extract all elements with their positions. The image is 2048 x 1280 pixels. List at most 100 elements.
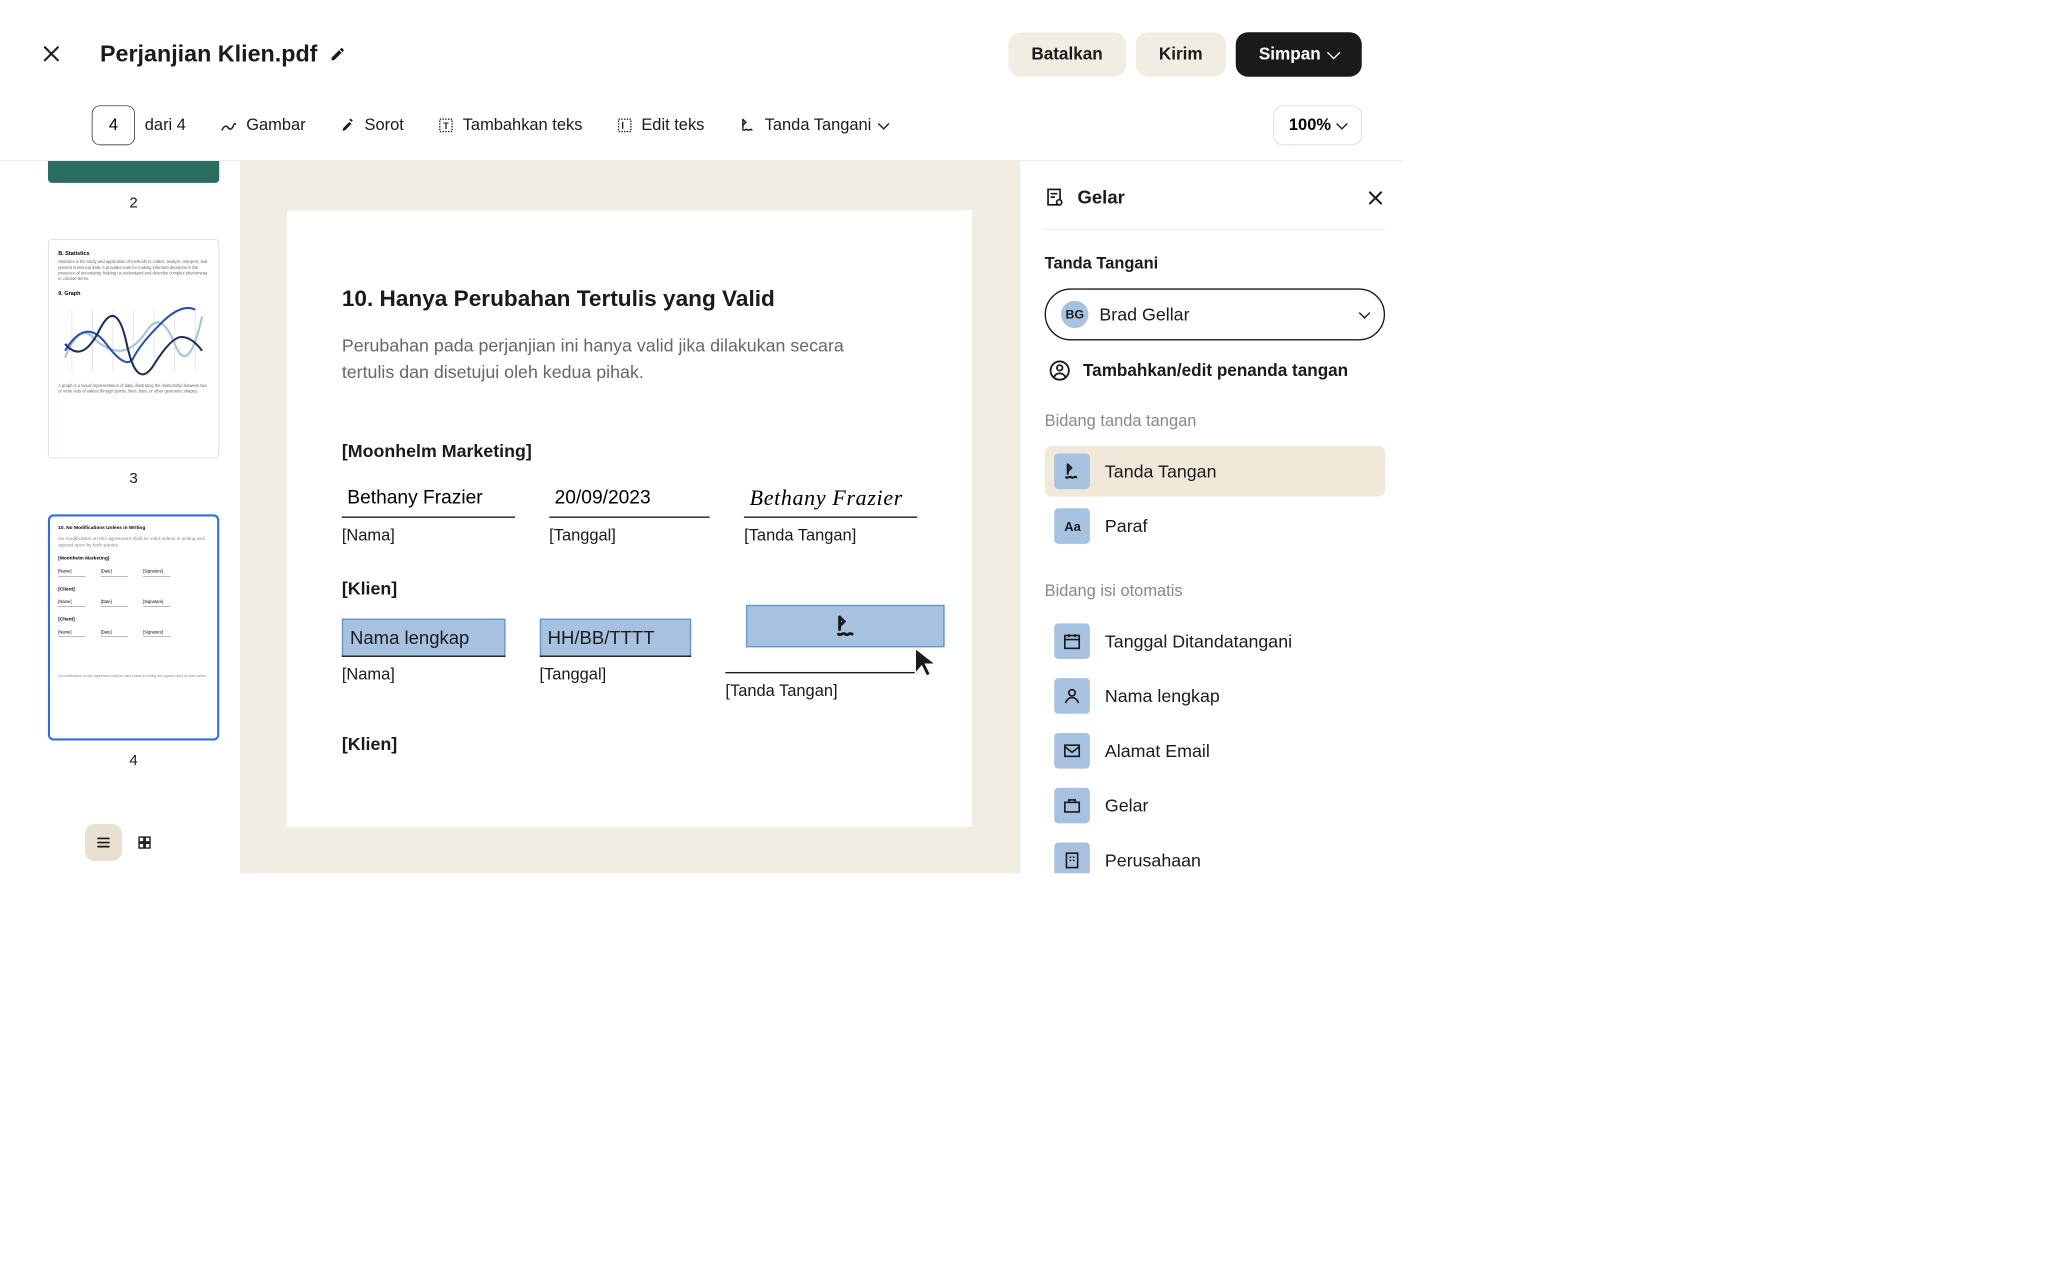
document-canvas[interactable]: 10. Hanya Perubahan Tertulis yang Valid … bbox=[240, 161, 1020, 873]
field-label: Gelar bbox=[1105, 795, 1149, 816]
close-icon[interactable] bbox=[41, 44, 62, 65]
edit-text-label: Edit teks bbox=[641, 116, 704, 135]
svg-text:T: T bbox=[444, 121, 450, 131]
name-label: [Nama] bbox=[342, 665, 505, 684]
save-button[interactable]: Simpan bbox=[1236, 32, 1362, 77]
field-label: Perusahaan bbox=[1105, 850, 1201, 871]
date-field-placeholder[interactable]: HH/BB/TTTT bbox=[539, 619, 691, 657]
calendar-icon bbox=[1054, 623, 1090, 659]
field-label: Tanggal Ditandatangani bbox=[1105, 631, 1292, 652]
field-company[interactable]: Perusahaan bbox=[1045, 835, 1385, 873]
draw-tool[interactable]: Gambar bbox=[220, 116, 305, 135]
app-header: Perjanjian Klien.pdf Batalkan Kirim Simp… bbox=[0, 0, 1403, 96]
page-current-input[interactable]: 4 bbox=[92, 105, 135, 145]
envelope-icon bbox=[1054, 733, 1090, 769]
edit-text-icon bbox=[617, 117, 633, 133]
edit-filename-icon[interactable] bbox=[330, 46, 346, 62]
header-actions: Batalkan Kirim Simpan bbox=[1008, 32, 1362, 77]
signature-label: [Tanda Tangan] bbox=[725, 682, 917, 701]
thumb-chart bbox=[58, 303, 209, 378]
sign-label: Tanda Tangani bbox=[765, 116, 872, 135]
add-text-icon: T bbox=[438, 117, 454, 133]
building-icon bbox=[1054, 843, 1090, 874]
edit-text-tool[interactable]: Edit teks bbox=[617, 116, 705, 135]
sig-fields-section-label: Bidang tanda tangan bbox=[1045, 412, 1385, 431]
view-toggle bbox=[85, 824, 163, 861]
field-full-name[interactable]: Nama lengkap bbox=[1045, 671, 1385, 722]
signature-filled[interactable]: Bethany Frazier bbox=[744, 481, 917, 518]
highlight-label: Sorot bbox=[364, 116, 403, 135]
cancel-button[interactable]: Batalkan bbox=[1008, 32, 1126, 77]
briefcase-icon bbox=[1054, 788, 1090, 824]
main-area: 2 B. Statistics Statistics is the study … bbox=[0, 161, 1403, 873]
field-title[interactable]: Gelar bbox=[1045, 780, 1385, 831]
signature-row-1: Bethany Frazier [Nama] 20/09/2023 [Tangg… bbox=[342, 481, 917, 545]
page-indicator: 4 dari 4 bbox=[92, 105, 186, 145]
chevron-down-icon bbox=[1359, 307, 1371, 319]
person-circle-icon bbox=[1049, 360, 1071, 382]
chevron-down-icon bbox=[1327, 46, 1341, 60]
signature-label: [Tanda Tangan] bbox=[744, 526, 917, 545]
signature-icon bbox=[739, 116, 757, 134]
date-label: [Tanggal] bbox=[549, 526, 710, 545]
name-field-placeholder[interactable]: Nama lengkap bbox=[342, 619, 505, 657]
person-icon bbox=[1054, 678, 1090, 714]
field-initial[interactable]: Aa Paraf bbox=[1045, 501, 1385, 552]
toolbar: 4 dari 4 Gambar Sorot T Tambahkan teks E… bbox=[0, 96, 1403, 161]
highlighter-icon bbox=[340, 117, 356, 133]
avatar: BG bbox=[1061, 301, 1088, 328]
draw-label: Gambar bbox=[246, 116, 305, 135]
panel-header: Gelar bbox=[1045, 187, 1385, 229]
field-date-signed[interactable]: Tanggal Ditandatangani bbox=[1045, 616, 1385, 667]
thumbnail-page-3[interactable]: B. Statistics Statistics is the study an… bbox=[48, 239, 219, 458]
thumbnail-sidebar: 2 B. Statistics Statistics is the study … bbox=[0, 161, 240, 873]
thumb-number: 2 bbox=[41, 194, 226, 212]
sign-tool[interactable]: Tanda Tangani bbox=[739, 116, 888, 135]
text-aa-icon: Aa bbox=[1054, 508, 1090, 544]
thumb-number: 3 bbox=[41, 469, 226, 487]
name-filled[interactable]: Bethany Frazier bbox=[342, 481, 515, 518]
add-text-tool[interactable]: T Tambahkan teks bbox=[438, 116, 582, 135]
field-label: Alamat Email bbox=[1105, 740, 1210, 761]
page-total-label: dari 4 bbox=[145, 116, 186, 135]
add-text-label: Tambahkan teks bbox=[463, 116, 583, 135]
section-heading: 10. Hanya Perubahan Tertulis yang Valid bbox=[342, 286, 917, 312]
document-person-icon bbox=[1045, 187, 1066, 208]
list-view-button[interactable] bbox=[85, 824, 122, 861]
thumb-number: 4 bbox=[41, 751, 226, 769]
field-label: Nama lengkap bbox=[1105, 685, 1220, 706]
signature-icon bbox=[832, 612, 859, 639]
highlight-tool[interactable]: Sorot bbox=[340, 116, 404, 135]
sign-section-label: Tanda Tangani bbox=[1045, 254, 1385, 273]
grid-view-button[interactable] bbox=[126, 824, 163, 861]
section-body: Perubahan pada perjanjian ini hanya vali… bbox=[342, 332, 890, 385]
signature-icon bbox=[1054, 453, 1090, 489]
field-signature[interactable]: Tanda Tangan bbox=[1045, 446, 1385, 497]
add-signer-label: Tambahkan/edit penanda tangan bbox=[1083, 361, 1348, 381]
thumbnail-page-4[interactable]: 10. No Modifications Unless in Writing N… bbox=[48, 514, 219, 740]
client-label: [Klien] bbox=[342, 578, 917, 599]
field-label: Paraf bbox=[1105, 515, 1148, 536]
signer-dropdown[interactable]: BG Brad Gellar bbox=[1045, 288, 1385, 340]
zoom-label: 100% bbox=[1289, 116, 1331, 135]
scribble-icon bbox=[220, 116, 238, 134]
document-page: 10. Hanya Perubahan Tertulis yang Valid … bbox=[287, 210, 972, 827]
save-label: Simpan bbox=[1259, 44, 1321, 64]
zoom-dropdown[interactable]: 100% bbox=[1273, 105, 1362, 145]
field-email[interactable]: Alamat Email bbox=[1045, 725, 1385, 776]
thumbnail-page-2[interactable] bbox=[48, 161, 219, 183]
chevron-down-icon bbox=[1336, 118, 1348, 130]
list-icon bbox=[95, 834, 111, 850]
panel-title: Gelar bbox=[1078, 187, 1354, 208]
signature-row-2: Nama lengkap [Nama] HH/BB/TTTT [Tanggal]… bbox=[342, 619, 917, 701]
signature-field-drop[interactable] bbox=[746, 605, 945, 647]
send-button[interactable]: Kirim bbox=[1136, 32, 1226, 77]
company-label: [Moonhelm Marketing] bbox=[342, 440, 917, 461]
grid-icon bbox=[136, 834, 152, 850]
svg-text:Aa: Aa bbox=[1064, 519, 1081, 534]
add-edit-signers-button[interactable]: Tambahkan/edit penanda tangan bbox=[1045, 360, 1385, 382]
field-label: Tanda Tangan bbox=[1105, 461, 1217, 482]
close-panel-icon[interactable] bbox=[1366, 188, 1385, 207]
date-filled[interactable]: 20/09/2023 bbox=[549, 481, 710, 518]
file-name: Perjanjian Klien.pdf bbox=[100, 41, 317, 68]
